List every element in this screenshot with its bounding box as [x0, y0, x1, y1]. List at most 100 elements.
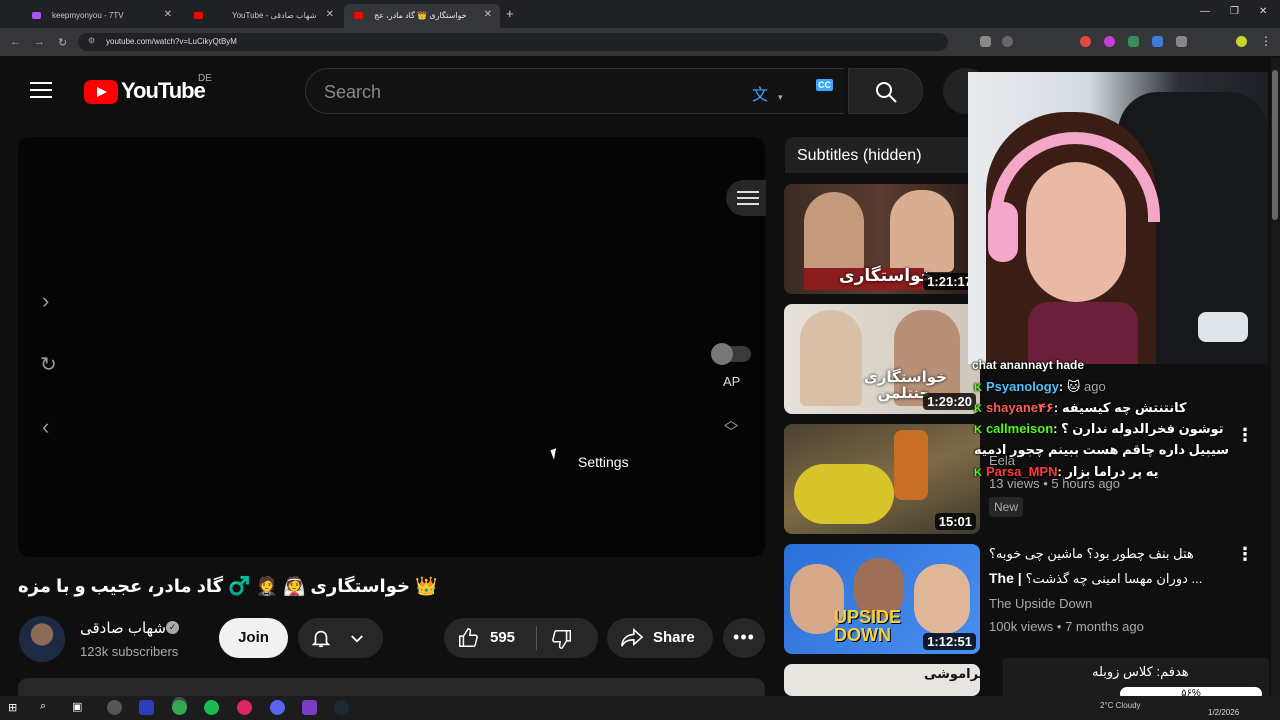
- replay-icon[interactable]: ↻: [40, 352, 57, 377]
- profile-avatar[interactable]: [1236, 36, 1247, 47]
- more-options-icon[interactable]: ⋮: [1236, 544, 1254, 565]
- expand-collapse-icon[interactable]: ︿ ﹀: [724, 413, 738, 439]
- browser-tab-bar: keepmyonyou - 7TV ✕ YouTube - شهاب صادقی…: [0, 0, 1280, 28]
- chevron-right-icon[interactable]: ›: [42, 288, 49, 314]
- subscribe-notification-button[interactable]: [298, 618, 383, 658]
- share-label: Share: [653, 629, 695, 646]
- browser-tab[interactable]: [184, 4, 210, 28]
- scrollbar-thumb[interactable]: [1272, 70, 1278, 220]
- extensions-puzzle-icon[interactable]: [1176, 36, 1187, 47]
- autoplay-toggle[interactable]: [711, 343, 751, 365]
- windows-start-icon[interactable]: ⊞: [8, 701, 17, 714]
- translate-icon[interactable]: 文 ▾: [744, 68, 800, 114]
- tab-favicon-icon: [32, 12, 41, 19]
- like-count: 595: [490, 629, 516, 646]
- browser-tab-active[interactable]: خواستگاری 👑 گاد مادر، عج ✕: [344, 4, 500, 28]
- search-box: [305, 68, 745, 114]
- tab-close-icon[interactable]: ✕: [164, 9, 172, 20]
- thumbnail-bottle: [894, 430, 928, 500]
- close-window-icon[interactable]: ✕: [1259, 6, 1267, 17]
- url-field[interactable]: ⚙ youtube.com/watch?v=LuCikyQtByM: [78, 33, 948, 51]
- settings-tooltip: Settings: [578, 454, 629, 470]
- thumbnail-person: [804, 192, 864, 272]
- video-thumbnail[interactable]: UPSIDE DOWN 1:12:51: [784, 544, 980, 654]
- screenshot-icon[interactable]: [980, 36, 991, 47]
- spotify-icon[interactable]: [204, 700, 219, 715]
- tab-favicon-icon: [354, 12, 363, 19]
- more-options-icon[interactable]: ⋮: [1236, 425, 1254, 446]
- vegas-icon[interactable]: [139, 700, 154, 715]
- thumbs-down-icon[interactable]: [550, 628, 574, 650]
- channel-name[interactable]: شهاب صادقی: [80, 619, 166, 637]
- video-thumbnail[interactable]: 15:01: [784, 424, 980, 534]
- video-thumbnail[interactable]: خواستگاری 1:21:17: [784, 184, 980, 294]
- steam-icon[interactable]: [334, 700, 349, 715]
- kick-badge-icon: K: [974, 424, 982, 436]
- subscriber-count: 123k subscribers: [80, 644, 179, 659]
- search-input[interactable]: [324, 80, 704, 104]
- extension-icon[interactable]: [1080, 36, 1091, 47]
- video-title-line[interactable]: هتل بنف چطور بود؟ ماشین چی خوبه؟: [989, 546, 1229, 562]
- weather-status[interactable]: 2°C Cloudy: [1100, 701, 1141, 710]
- video-title: 👑 خواستگاری 👰 🤵 ♂️ گاد مادر، عجیب و با م…: [18, 576, 438, 596]
- like-divider: [536, 626, 537, 650]
- video-thumbnail[interactable]: خواستگاری جنتلمن 1:29:20: [784, 304, 980, 414]
- video-player[interactable]: [18, 137, 765, 557]
- taskbar-date[interactable]: 1/2/2026: [1208, 708, 1239, 717]
- chat-toggle-button[interactable]: [726, 180, 766, 216]
- kick-badge-icon: K: [974, 467, 982, 479]
- extension-icon[interactable]: [1104, 36, 1115, 47]
- tab-close-icon[interactable]: ✕: [326, 9, 334, 20]
- caption-search-icon[interactable]: CC: [800, 68, 844, 114]
- search-icon: [876, 82, 897, 103]
- forward-icon[interactable]: →: [34, 36, 45, 48]
- search-button[interactable]: [848, 68, 923, 114]
- join-button[interactable]: Join: [219, 618, 288, 658]
- video-channel[interactable]: The Upside Down: [989, 596, 1092, 611]
- maximize-icon[interactable]: ❐: [1230, 6, 1239, 17]
- thumbs-up-icon[interactable]: [456, 627, 480, 649]
- back-icon[interactable]: ←: [10, 36, 21, 48]
- youtube-logo-icon[interactable]: [84, 80, 118, 104]
- minimize-icon[interactable]: —: [1200, 6, 1210, 17]
- extension-icon[interactable]: [1128, 36, 1139, 47]
- headphone-cup: [988, 202, 1018, 262]
- video-title-line[interactable]: The | دوران مهسا امینی چه گذشت؟ ...: [989, 570, 1229, 587]
- browser-tab[interactable]: keepmyonyou - 7TV ✕: [22, 4, 180, 28]
- tab-close-icon[interactable]: ✕: [484, 9, 492, 20]
- menu-icon[interactable]: [30, 82, 52, 103]
- zoom-icon[interactable]: [1002, 36, 1013, 47]
- video-duration: 1:12:51: [923, 633, 976, 650]
- site-info-icon[interactable]: ⚙: [88, 36, 95, 45]
- description-box[interactable]: [18, 678, 765, 696]
- chrome-icon[interactable]: [172, 700, 187, 715]
- video-thumbnail[interactable]: فراموشی: [784, 664, 980, 696]
- taskbar-search-icon[interactable]: ⌕: [40, 700, 46, 713]
- chevron-down-icon: [351, 635, 363, 643]
- video-duration: 15:01: [934, 513, 976, 530]
- browser-menu-icon[interactable]: ⋮: [1260, 34, 1272, 48]
- extension-icon[interactable]: [1152, 36, 1163, 47]
- thumbnail-text: UPSIDE DOWN: [834, 607, 902, 645]
- more-actions-button[interactable]: •••: [723, 618, 765, 658]
- task-view-icon[interactable]: ▣: [72, 700, 82, 713]
- kick-badge-icon: K: [974, 382, 982, 394]
- tab-title: خواستگاری 👑 گاد مادر، عج: [374, 11, 467, 20]
- browser-tab[interactable]: YouTube - شهاب صادقی ✕: [212, 4, 342, 28]
- like-dislike-group: [444, 618, 598, 658]
- country-code: DE: [198, 73, 212, 84]
- app-icon[interactable]: [237, 700, 252, 715]
- chevron-left-icon[interactable]: ‹: [42, 414, 49, 440]
- obs-icon[interactable]: [107, 700, 122, 715]
- subtitles-header[interactable]: Subtitles (hidden): [785, 137, 975, 173]
- url-text: youtube.com/watch?v=LuCikyQtByM: [106, 37, 237, 46]
- youtube-logo-text[interactable]: YouTube: [121, 78, 206, 104]
- microphone: [1198, 312, 1248, 342]
- channel-avatar[interactable]: [19, 616, 65, 662]
- reload-icon[interactable]: ↻: [58, 36, 67, 49]
- new-tab-button[interactable]: +: [506, 6, 514, 21]
- app-icon[interactable]: [302, 700, 317, 715]
- tab-favicon-icon: [194, 12, 203, 19]
- discord-icon[interactable]: [270, 700, 285, 715]
- chat-message: K Parsa_MPN: یه پر دراما بزار: [974, 464, 1159, 479]
